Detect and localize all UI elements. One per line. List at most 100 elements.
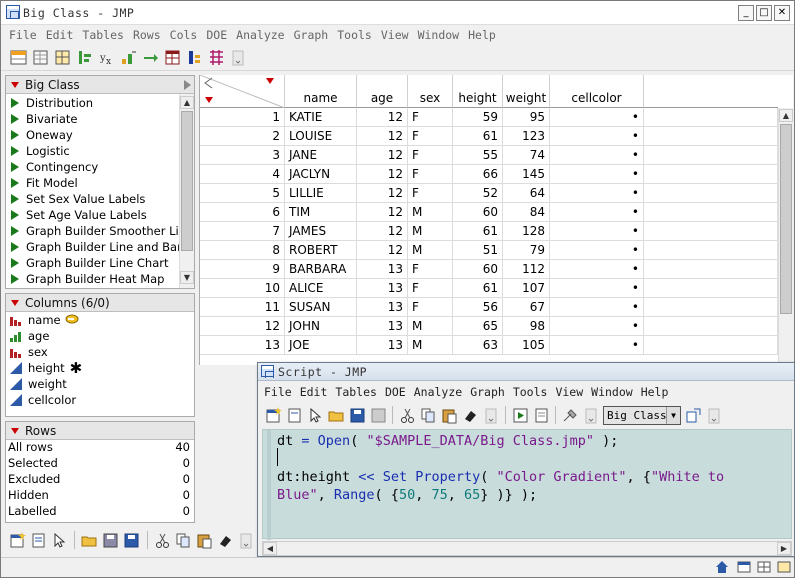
cell-cellcolor[interactable]: • [550,241,644,260]
column-header[interactable]: height [453,75,503,108]
script-menu-edit[interactable]: Edit [296,382,332,402]
cell-name[interactable]: JACLYN [285,165,357,184]
columns-panel-header[interactable]: Columns (6/0) [6,294,194,312]
save-icon[interactable] [348,406,366,424]
cell-name[interactable]: BARBARA [285,260,357,279]
save-icon[interactable] [102,531,119,549]
row-number[interactable]: 9 [200,260,285,279]
row-number[interactable]: 6 [200,203,285,222]
grid-scrollbar[interactable]: ▲ [778,108,793,365]
sort-icon[interactable] [185,49,203,67]
cell-name[interactable]: KATIE [285,108,357,127]
cell-weight[interactable]: 95 [503,108,550,127]
script-menu-doe[interactable]: DOE [381,382,410,402]
cell-empty[interactable] [644,241,778,260]
script-menu-analyze[interactable]: Analyze [410,382,466,402]
run-script-icon[interactable] [11,146,19,156]
scroll-right-icon[interactable]: ▶ [777,542,791,555]
cell-cellcolor[interactable]: • [550,203,644,222]
rows-red-triangle-icon[interactable] [205,97,213,103]
run-script-icon[interactable] [11,98,19,108]
cell-age[interactable]: 12 [357,146,408,165]
column-header[interactable]: name [285,75,357,108]
cell-name[interactable]: JANE [285,146,357,165]
cell-height[interactable]: 60 [453,203,503,222]
cell-empty[interactable] [644,146,778,165]
cell-age[interactable]: 12 [357,241,408,260]
paste-icon[interactable] [440,406,458,424]
column-item[interactable]: height ✱ [6,359,194,377]
run-script-icon[interactable] [511,406,529,424]
cell-height[interactable]: 55 [453,146,503,165]
save-all-icon[interactable] [369,406,387,424]
cell-sex[interactable]: M [408,336,453,355]
cell-age[interactable]: 13 [357,298,408,317]
minimize-button[interactable]: _ [738,5,754,21]
script-item[interactable]: Graph Builder Smoother Line [6,223,179,239]
cell-height[interactable]: 60 [453,260,503,279]
editor-hscrollbar[interactable]: ◀ ▶ [262,541,792,556]
cell-sex[interactable]: F [408,146,453,165]
open-folder-icon[interactable] [81,531,98,549]
cell-height[interactable]: 63 [453,336,503,355]
cell-empty[interactable] [644,203,778,222]
row-number[interactable]: 4 [200,165,285,184]
eraser-icon[interactable] [461,406,479,424]
cell-name[interactable]: SUSAN [285,298,357,317]
run-script-icon[interactable] [11,114,19,124]
cell-height[interactable]: 59 [453,108,503,127]
menu-tables[interactable]: Tables [78,25,129,45]
column-header[interactable]: weight [503,75,550,108]
copy-icon[interactable] [175,531,192,549]
table-view-icon[interactable] [9,49,27,67]
scroll-down-icon[interactable]: ▼ [180,271,194,284]
cell-weight[interactable]: 123 [503,127,550,146]
cell-name[interactable]: JOE [285,336,357,355]
cell-sex[interactable]: F [408,260,453,279]
toolbar-overflow-icon[interactable] [482,406,500,424]
script-item[interactable]: Bivariate [6,111,179,127]
script-menu-window[interactable]: Window [587,382,637,402]
pointer-icon[interactable] [306,406,324,424]
cell-age[interactable]: 13 [357,336,408,355]
move-icon[interactable] [141,49,159,67]
row-number[interactable]: 12 [200,317,285,336]
cell-weight[interactable]: 107 [503,279,550,298]
cell-name[interactable]: LOUISE [285,127,357,146]
cell-cellcolor[interactable]: • [550,165,644,184]
collapse-arrow-icon[interactable] [184,79,191,90]
cell-empty[interactable] [644,165,778,184]
cell-name[interactable]: JOHN [285,317,357,336]
scroll-left-icon[interactable]: ◀ [263,542,277,555]
cell-height[interactable]: 52 [453,184,503,203]
cell-empty[interactable] [644,222,778,241]
script-document-icon[interactable] [532,406,550,424]
cell-sex[interactable]: M [408,317,453,336]
cell-empty[interactable] [644,260,778,279]
run-script-icon[interactable] [11,274,19,284]
cell-age[interactable]: 12 [357,165,408,184]
toolbar-overflow-icon[interactable] [582,406,600,424]
run-script-icon[interactable] [11,210,19,220]
row-number[interactable]: 11 [200,298,285,317]
cell-height[interactable]: 51 [453,241,503,260]
row-number[interactable]: 2 [200,127,285,146]
open-folder-icon[interactable] [327,406,345,424]
cell-weight[interactable]: 145 [503,165,550,184]
menu-file[interactable]: File [5,25,42,45]
run-script-icon[interactable] [11,242,19,252]
cell-sex[interactable]: F [408,108,453,127]
table-list-icon[interactable] [757,560,771,577]
script-item[interactable]: Fit Model [6,175,179,191]
menu-help[interactable]: Help [464,25,501,45]
cell-sex[interactable]: F [408,184,453,203]
cut-icon[interactable] [398,406,416,424]
cell-name[interactable]: ALICE [285,279,357,298]
cell-height[interactable]: 65 [453,317,503,336]
cell-empty[interactable] [644,336,778,355]
columns-red-triangle-icon[interactable] [266,78,274,84]
toolbar-overflow-icon[interactable] [229,49,247,67]
new-script-icon[interactable] [30,531,47,549]
script-item[interactable]: Logistic [6,143,179,159]
eraser-icon[interactable] [217,531,234,549]
